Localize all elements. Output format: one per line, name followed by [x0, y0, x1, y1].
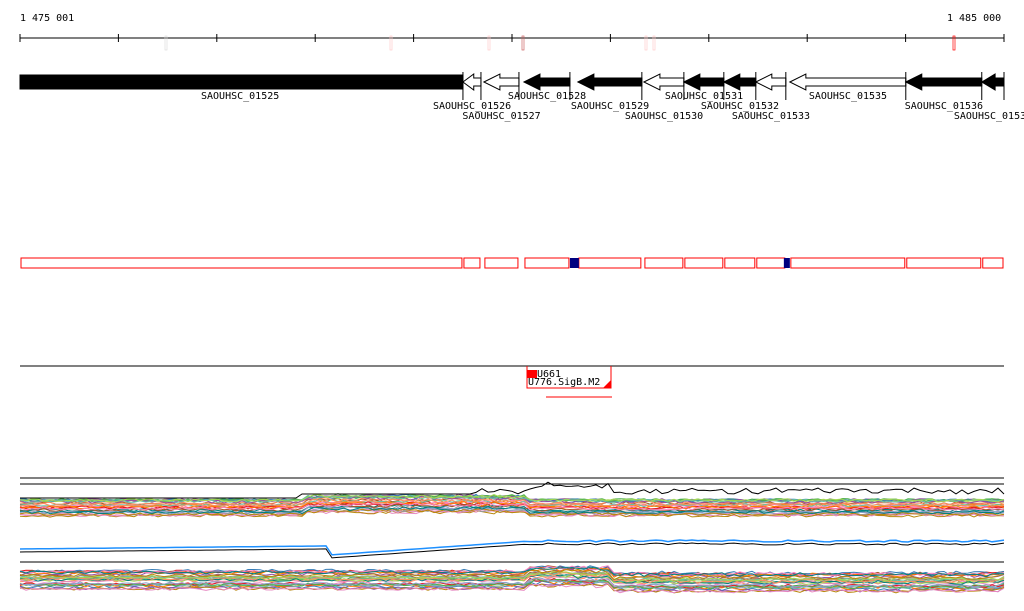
gene-feature-box: [463, 257, 481, 269]
gene-feature-box: [20, 257, 463, 269]
gene-feature-box: [644, 257, 684, 269]
gene-label[interactable]: SAOUHSC_01525: [201, 92, 279, 102]
gene-arrow[interactable]: [904, 73, 983, 91]
gene-arrow[interactable]: [19, 74, 464, 90]
gene-feature-box: [484, 257, 519, 269]
gene-arrow[interactable]: [462, 73, 482, 91]
gene-feature-box: [684, 257, 724, 269]
gene-feature-box: [756, 257, 786, 269]
gene-feature-box: [724, 257, 756, 269]
regulatory-label-sigb: U776.SigB.M2: [528, 377, 601, 388]
feature-marker: [569, 258, 579, 268]
feature-marker: [783, 258, 790, 268]
gene-feature-box: [906, 257, 982, 269]
gene-arrow[interactable]: [754, 73, 787, 91]
gene-arrow[interactable]: [788, 73, 907, 91]
gene-feature-box: [982, 257, 1004, 269]
gene-label[interactable]: SAOUHSC_01533: [732, 112, 810, 122]
gene-feature-box: [790, 257, 906, 269]
gene-label[interactable]: SAOUHSC_01527: [462, 112, 540, 122]
gene-label[interactable]: SAOUHSC_0153: [954, 112, 1024, 122]
gene-arrow[interactable]: [722, 73, 757, 91]
regulatory-corner: [603, 380, 611, 388]
gene-feature-box: [524, 257, 570, 269]
gene-arrow[interactable]: [522, 73, 571, 91]
gene-arrow[interactable]: [642, 73, 685, 91]
gene-feature-box: [578, 257, 642, 269]
expression-line: [19, 539, 1005, 556]
gene-arrow[interactable]: [682, 73, 725, 91]
gene-arrow[interactable]: [980, 73, 1005, 91]
gene-label[interactable]: SAOUHSC_01530: [625, 112, 703, 122]
gene-arrow[interactable]: [482, 73, 520, 91]
gene-label[interactable]: SAOUHSC_01535: [809, 92, 887, 102]
gene-arrow[interactable]: [576, 73, 643, 91]
expression-line: [19, 542, 1005, 559]
